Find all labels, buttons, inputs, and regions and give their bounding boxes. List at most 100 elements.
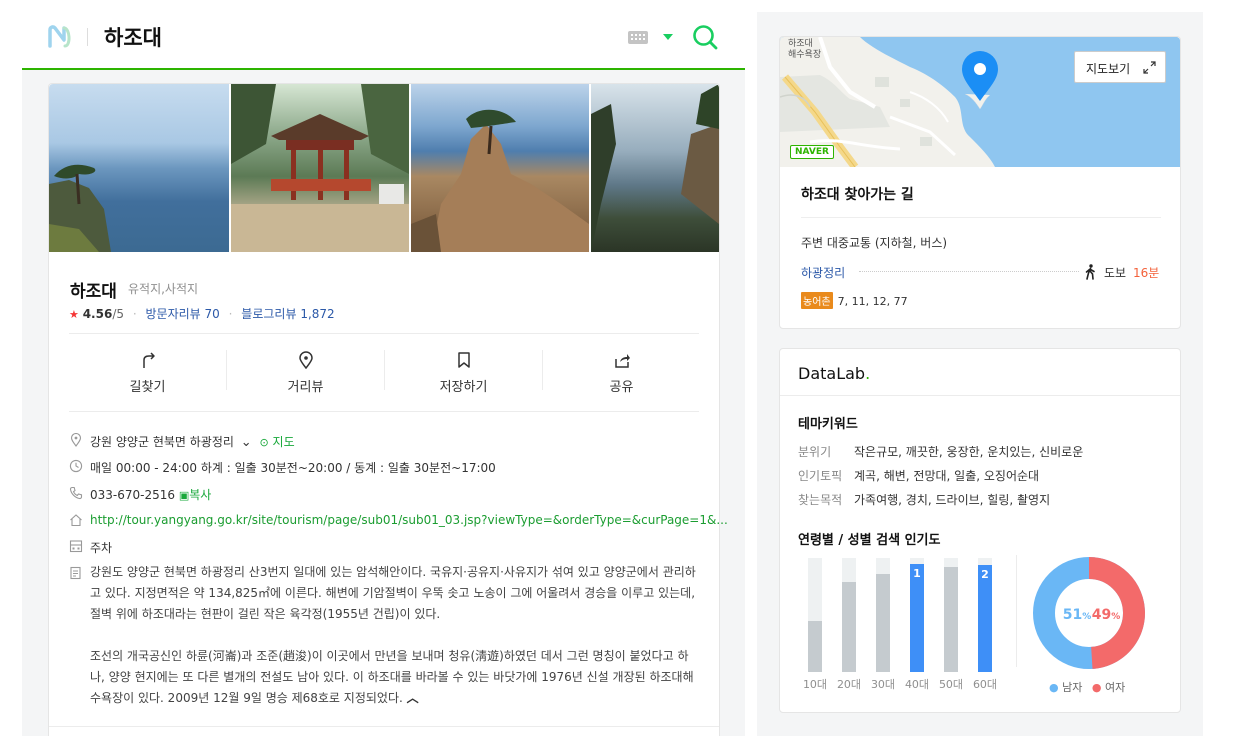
street-view-icon (299, 351, 313, 369)
visitor-review-link[interactable]: 방문자리뷰 (145, 307, 200, 321)
dotted-line (859, 271, 1079, 272)
copy-button[interactable]: 복사 (189, 488, 211, 502)
place-panel: 하조대 하조대 유적지,사적지 ★ 4.56/5 · 방문자리뷰 70 · 블로… (22, 0, 745, 736)
homepage-url[interactable]: http://tour.yangyang.go.kr/site/tourism/… (90, 513, 728, 527)
divider (69, 411, 699, 412)
map-view[interactable]: 하조대 해수욕장 NAVER 지도보기 (780, 37, 1180, 167)
keyword-row: 분위기 작은규모, 깨끗한, 웅장한, 운치있는, 신비로운 (798, 443, 1083, 460)
popularity-title: 연령별 / 성별 검색 인기도 (798, 533, 941, 548)
copy-icon[interactable]: ▣ (179, 489, 189, 502)
side-panel: 하조대 해수욕장 NAVER 지도보기 하조대 찾아가는 길 주변 대중교통 (… (757, 12, 1203, 736)
transit-stop-row[interactable]: 하광정리 도보 16분 (801, 264, 1161, 282)
separator-dot: · (228, 307, 233, 321)
map-pin-icon[interactable]: ⊙ (260, 436, 269, 449)
directions-button[interactable]: 길찾기 (69, 344, 226, 396)
share-label: 공유 (609, 380, 634, 395)
age-bar (808, 558, 822, 672)
keyword-key: 찾는목적 (798, 493, 843, 507)
walk-label: 도보 (1104, 266, 1127, 280)
collapse-chevron-up-icon[interactable]: ︿ (407, 691, 419, 705)
age-label: 40대 (904, 678, 930, 691)
walk-time: 16분 (1133, 266, 1160, 280)
map-place-label: 하조대 해수욕장 (788, 39, 821, 61)
phone-number[interactable]: 033-670-2516 (90, 488, 175, 502)
rating-total: /5 (112, 307, 124, 321)
male-pct-number: 51 (1063, 607, 1082, 623)
female-label: 여자 (1104, 681, 1126, 694)
address-expand-chevron-icon[interactable]: ⌄ (241, 435, 252, 450)
female-pct-unit: % (1111, 612, 1120, 622)
age-label: 50대 (938, 678, 964, 691)
search-icon[interactable] (692, 24, 718, 50)
address-row-content: 강원 양양군 현북면 하광정리 ⌄ ⊙ 지도 (90, 433, 295, 450)
visitor-review-count[interactable]: 70 (205, 307, 220, 321)
blog-review-count[interactable]: 1,872 (300, 307, 334, 321)
place-photo[interactable] (411, 84, 589, 252)
keyword-key: 인기토픽 (798, 469, 843, 483)
map-view-button[interactable]: 지도보기 (1074, 51, 1166, 83)
place-photo[interactable] (231, 84, 409, 252)
description-icon (70, 566, 81, 580)
clock-icon (69, 459, 83, 473)
place-photo[interactable] (591, 84, 719, 252)
age-bar-fill (808, 621, 822, 672)
keyword-key: 분위기 (798, 445, 832, 459)
naver-map-badge: NAVER (790, 145, 834, 159)
naver-logo-icon[interactable] (46, 24, 74, 50)
keyword-values: 계곡, 해변, 전망대, 일출, 오징어순대 (854, 469, 1040, 483)
age-rank-badge: 1 (913, 567, 921, 580)
keyword-row: 찾는목적 가족여행, 경치, 드라이브, 힐링, 촬영지 (798, 491, 1050, 508)
blog-review-link[interactable]: 블로그리뷰 (241, 307, 296, 321)
cliff-photo-illustration (591, 84, 719, 252)
location-pin-icon (70, 433, 82, 447)
age-bar-fill: 1 (910, 564, 924, 672)
share-button[interactable]: 공유 (543, 344, 700, 396)
keyword-values: 가족여행, 경치, 드라이브, 힐링, 촬영지 (854, 493, 1051, 507)
gender-donut-chart: 51% 49% (1033, 557, 1145, 669)
female-pct-value: 49% (1092, 607, 1121, 623)
chevron-down-icon[interactable] (663, 34, 673, 40)
place-photo[interactable] (49, 84, 229, 252)
age-bar (944, 558, 958, 672)
bus-type-badge: 농어촌 (801, 292, 833, 309)
age-bar-fill: 2 (978, 565, 992, 672)
keyboard-icon[interactable] (628, 31, 648, 44)
divider (801, 217, 1161, 218)
chart-divider (1016, 555, 1017, 667)
rock-photo-illustration (411, 109, 589, 252)
divider (69, 333, 699, 334)
rating-score: 4.56 (82, 307, 113, 321)
save-label: 저장하기 (439, 380, 488, 395)
datalab-brand: DataLab (798, 364, 866, 383)
age-label: 10대 (802, 678, 828, 691)
theme-keyword-title: 테마키워드 (798, 417, 858, 432)
search-query[interactable]: 하조대 (104, 22, 162, 52)
keyword-values: 작은규모, 깨끗한, 웅장한, 운치있는, 신비로운 (854, 445, 1084, 459)
age-bar (876, 558, 890, 672)
save-button[interactable]: 저장하기 (385, 344, 542, 396)
age-label: 60대 (972, 678, 998, 691)
datalab-card: DataLab. 테마키워드 분위기 작은규모, 깨끗한, 웅장한, 운치있는, … (779, 348, 1181, 713)
description-paragraph-2-text: 조선의 개국공신인 하륜(河崙)과 조준(趙浚)이 이곳에서 만년을 보내며 청… (90, 649, 694, 705)
share-icon (615, 354, 630, 368)
walking-icon (1085, 264, 1095, 280)
home-icon (70, 514, 82, 527)
bus-row[interactable]: 농어촌 7, 11, 12, 77 (801, 292, 908, 309)
map-link[interactable]: 지도 (273, 435, 295, 449)
parking-icon (69, 540, 83, 553)
datalab-logo: DataLab. (798, 364, 870, 383)
map-label-line-2: 해수욕장 (788, 50, 822, 60)
street-view-button[interactable]: 거리뷰 (227, 344, 384, 396)
phone-icon (69, 486, 83, 500)
coast-photo-illustration (49, 164, 111, 252)
age-label: 20대 (836, 678, 862, 691)
directions-icon (143, 352, 155, 368)
action-bar: 길찾기 거리뷰 저장하기 공유 (69, 344, 699, 396)
stop-name[interactable]: 하광정리 (801, 264, 845, 281)
photo-strip[interactable] (49, 84, 719, 252)
age-bar-fill (944, 567, 958, 672)
route-title: 하조대 찾아가는 길 (801, 187, 914, 203)
female-dot-icon: ● (1091, 681, 1102, 694)
map-pin-marker-icon[interactable] (960, 51, 1000, 103)
age-bar-chart: 10대 20대 30대 1 40대 50대 2 60대 (798, 549, 1008, 694)
